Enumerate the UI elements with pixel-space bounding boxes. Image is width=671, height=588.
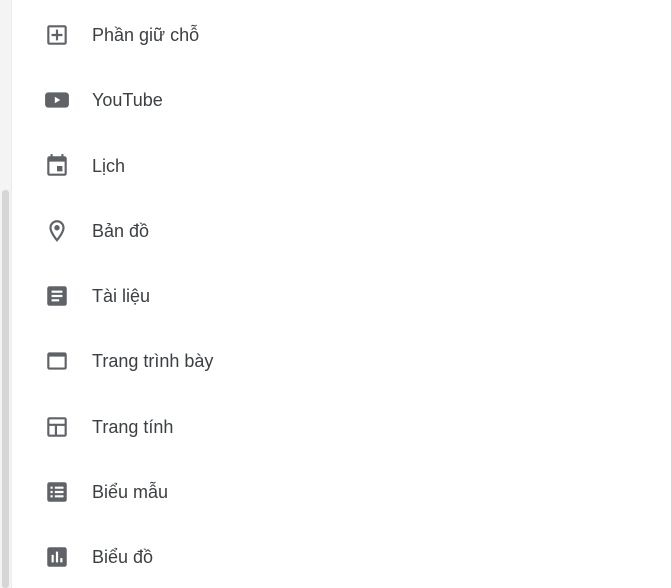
menu-item-label: YouTube	[92, 90, 163, 110]
menu-item-sheets[interactable]: Trang tính	[12, 401, 671, 453]
docs-icon	[44, 283, 70, 309]
menu-item-label: Bản đồ	[92, 221, 150, 241]
menu-item-chart[interactable]: Biểu đồ	[12, 531, 671, 583]
scrollbar-track[interactable]	[0, 0, 12, 588]
sheets-icon	[44, 414, 70, 440]
insert-menu-list: Phần giữ chỗ YouTube Lịch Bản đồ Tài liệ	[12, 0, 671, 588]
menu-item-youtube[interactable]: YouTube	[12, 74, 671, 126]
menu-item-label: Phần giữ chỗ	[92, 25, 200, 45]
add-box-icon	[44, 22, 70, 48]
menu-item-label: Lịch	[92, 156, 126, 176]
forms-icon	[44, 479, 70, 505]
menu-item-label: Trang trình bày	[92, 351, 214, 371]
youtube-icon	[44, 87, 70, 113]
menu-item-maps[interactable]: Bản đồ	[12, 205, 671, 257]
menu-item-forms[interactable]: Biểu mẫu	[12, 466, 671, 518]
menu-item-docs[interactable]: Tài liệu	[12, 270, 671, 322]
menu-item-label: Biểu mẫu	[92, 482, 169, 502]
menu-item-placeholder[interactable]: Phần giữ chỗ	[12, 9, 671, 61]
chart-icon	[44, 544, 70, 570]
scrollbar-thumb[interactable]	[2, 190, 9, 588]
map-pin-icon	[44, 218, 70, 244]
calendar-icon	[44, 153, 70, 179]
insert-menu-panel: Phần giữ chỗ YouTube Lịch Bản đồ Tài liệ	[0, 0, 671, 588]
menu-item-label: Tài liệu	[92, 286, 151, 306]
menu-item-calendar[interactable]: Lịch	[12, 140, 671, 192]
slides-icon	[44, 348, 70, 374]
menu-item-label: Trang tính	[92, 417, 174, 437]
menu-item-label: Biểu đồ	[92, 547, 154, 567]
menu-item-slides[interactable]: Trang trình bày	[12, 335, 671, 387]
